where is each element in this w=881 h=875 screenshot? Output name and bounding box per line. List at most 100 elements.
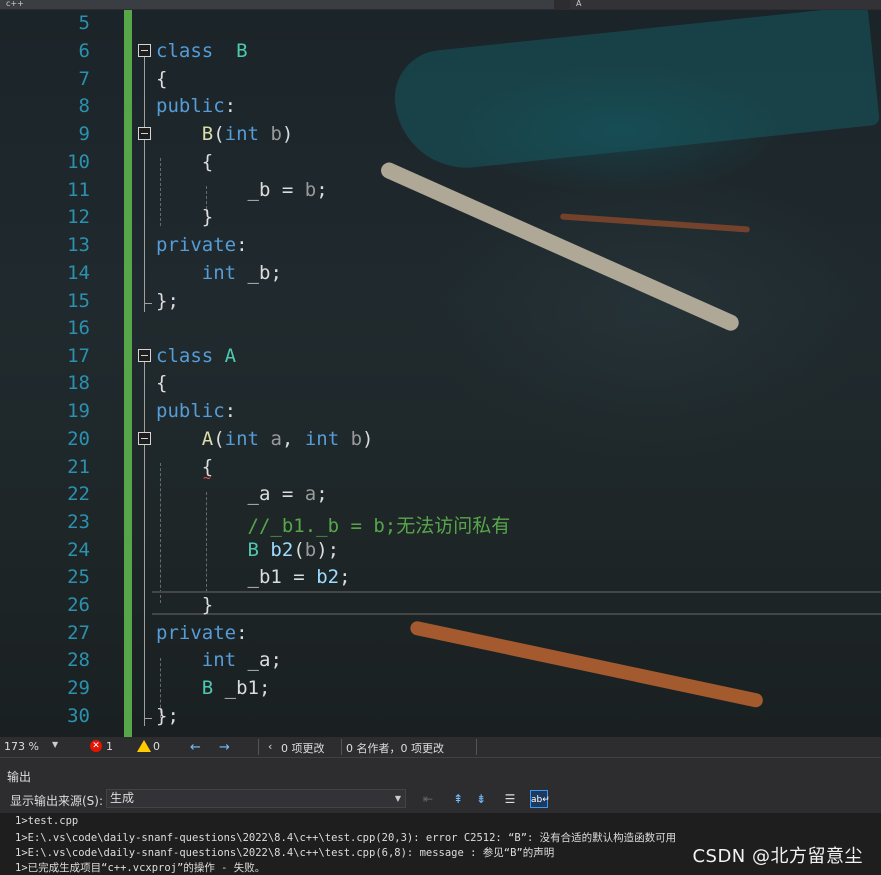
outline-line (144, 57, 145, 312)
output-line: 1>E:\.vs\code\daily-snanf-questions\2022… (15, 832, 677, 844)
code-line-28: int _a; (156, 649, 282, 671)
line-number: 20 (67, 428, 90, 450)
line-number: 27 (67, 622, 90, 644)
paren: ); (316, 539, 340, 561)
line-number: 6 (78, 40, 90, 62)
navigate-back-icon[interactable]: ← (190, 740, 201, 755)
keyword: public (156, 95, 225, 117)
watermark: CSDN @北方留意尘 (692, 846, 863, 867)
line-number-gutter: 5 6 7 8 9 10 11 12 13 14 15 16 17 18 19 … (0, 10, 100, 737)
keyword: int (201, 649, 237, 671)
code-line-11: _b = b; (156, 179, 328, 201)
code-line-29: B _b1; (156, 677, 271, 699)
divider (341, 739, 342, 755)
parameter: a (304, 483, 317, 505)
colon: : (236, 234, 248, 256)
line-number: 14 (67, 262, 90, 284)
member: _a (247, 649, 271, 671)
class-name: A (224, 345, 237, 367)
semicolon: ; (270, 649, 282, 671)
keyword: int (224, 428, 259, 450)
keyword: int (224, 123, 259, 145)
toggle-word-wrap-icon[interactable]: ab↵ (530, 790, 550, 808)
output-line: 1>E:\.vs\code\daily-snanf-questions\2022… (15, 847, 555, 859)
go-to-previous-message-icon[interactable]: ⇞ (449, 790, 467, 808)
code-line-24: B b2(b); (156, 539, 340, 561)
line-number: 10 (67, 151, 90, 173)
current-line-highlight (152, 591, 881, 615)
operator: = (293, 566, 305, 588)
line-number: 15 (67, 290, 90, 312)
clear-all-icon[interactable]: ☰ (501, 790, 519, 808)
parameter: b (350, 428, 363, 450)
member: _a (247, 483, 271, 505)
changes-indicator[interactable]: 0 项更改 (281, 740, 325, 756)
find-message-icon[interactable]: ⇤ (419, 790, 437, 808)
class-name: B (236, 40, 248, 62)
line-number: 23 (67, 511, 90, 533)
line-number: 30 (67, 705, 90, 727)
tab-navigation-scope[interactable]: A (570, 0, 881, 9)
output-line: 1>已完成生成项目“c++.vcxproj”的操作 - 失败。 (15, 862, 266, 874)
semicolon: ; (316, 483, 328, 505)
code-line-26: } (156, 594, 213, 616)
error-count[interactable]: 1 (106, 740, 113, 753)
code-line-15: }; (156, 290, 179, 312)
collapse-class-b-icon[interactable] (138, 44, 151, 57)
chevron-left-icon[interactable]: ‹ (268, 740, 272, 753)
paren: ( (293, 539, 305, 561)
type-name: B (247, 539, 259, 561)
outline-end (144, 303, 152, 304)
line-number: 12 (67, 206, 90, 228)
error-icon[interactable]: ✕ (90, 740, 102, 752)
line-number: 25 (67, 566, 90, 588)
code-editor[interactable]: 5 6 7 8 9 10 11 12 13 14 15 16 17 18 19 … (0, 10, 881, 737)
line-number: 17 (67, 345, 90, 367)
divider (258, 739, 259, 755)
line-number: 11 (67, 179, 90, 201)
outline-line (144, 362, 145, 726)
authors-indicator[interactable]: 0 名作者，0 项更改 (346, 740, 444, 756)
tab-cpp-file[interactable]: c++ (0, 0, 554, 9)
keyword: public (156, 400, 225, 422)
brace: } (201, 206, 214, 228)
semicolon: ; (316, 179, 328, 201)
paren: ( (213, 428, 225, 450)
background-art-stripe (378, 160, 742, 334)
comma: , (281, 428, 294, 450)
code-line-14: int _b; (156, 262, 282, 284)
chevron-down-icon[interactable]: ▼ (52, 740, 58, 749)
code-line-25: _b1 = b2; (156, 566, 351, 588)
line-number: 29 (67, 677, 90, 699)
keyword: class (156, 345, 214, 367)
keyword: private (156, 234, 237, 256)
variable: b2 (316, 566, 340, 588)
collapse-constructor-b-icon[interactable] (138, 127, 151, 140)
line-number: 5 (78, 12, 90, 34)
output-toolbar: 显示输出来源(S): 生成 ▼ ⇤ ⇞ ⇟ ☰ ab↵ (0, 785, 881, 813)
outline-end (144, 718, 152, 719)
code-line-8: public: (156, 95, 236, 117)
parameter: b (270, 123, 282, 145)
warning-count[interactable]: 0 (153, 740, 160, 753)
member: _b1 (224, 677, 259, 699)
warning-icon[interactable] (137, 740, 151, 752)
keyword: int (201, 262, 237, 284)
code-line-7: { (156, 68, 167, 90)
collapse-constructor-a-icon[interactable] (138, 432, 151, 445)
navigate-forward-icon[interactable]: → (219, 740, 230, 755)
code-line-10: { (156, 151, 213, 173)
output-source-select[interactable]: 生成 ▼ (106, 789, 406, 808)
comment: //_b1._b = b;无法访问私有 (247, 515, 511, 537)
operator: = (281, 483, 294, 505)
collapse-class-a-icon[interactable] (138, 349, 151, 362)
code-line-17: class A (156, 345, 236, 367)
semicolon: ; (339, 566, 351, 588)
semicolon: ; (259, 677, 271, 699)
chevron-down-icon: ▼ (394, 794, 401, 803)
parameter: b (304, 179, 317, 201)
line-number: 21 (67, 456, 90, 478)
go-to-next-message-icon[interactable]: ⇟ (472, 790, 490, 808)
member: _b (247, 179, 271, 201)
code-line-18: { (156, 372, 167, 394)
